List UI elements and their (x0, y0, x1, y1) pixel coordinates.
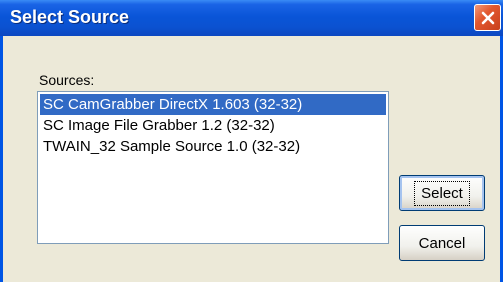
select-source-dialog: Select Source Sources: SC CamGrabber Dir… (0, 0, 503, 282)
select-button-label: Select (414, 180, 470, 206)
close-button[interactable] (474, 4, 501, 31)
close-icon (481, 11, 494, 24)
source-item[interactable]: SC Image File Grabber 1.2 (32-32) (40, 115, 386, 136)
cancel-button-label: Cancel (418, 234, 466, 252)
sources-listbox[interactable]: SC CamGrabber DirectX 1.603 (32-32) SC I… (37, 91, 389, 244)
sources-label: Sources: (39, 72, 95, 88)
title-bar[interactable]: Select Source (0, 0, 503, 36)
select-button[interactable]: Select (399, 175, 485, 211)
cancel-button[interactable]: Cancel (399, 225, 485, 261)
source-item[interactable]: TWAIN_32 Sample Source 1.0 (32-32) (40, 136, 386, 157)
source-item[interactable]: SC CamGrabber DirectX 1.603 (32-32) (40, 94, 386, 115)
window-title: Select Source (10, 7, 130, 27)
